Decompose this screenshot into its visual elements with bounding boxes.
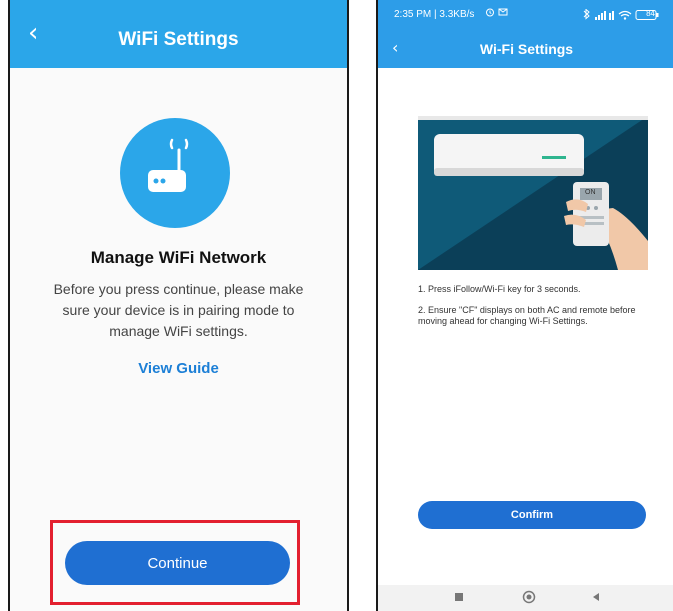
- confirm-button[interactable]: Confirm: [418, 501, 646, 529]
- instruction-step-2: 2. Ensure "CF" displays on both AC and r…: [418, 305, 636, 326]
- signal-icon: [595, 11, 614, 20]
- right-screen: 2:35 PM | 3.3KB/s 84 ‹ Wi-Fi Settings ON…: [376, 0, 673, 611]
- wifi-icon: [618, 10, 632, 20]
- router-wifi-icon: [120, 118, 230, 228]
- app-header: ‹ WiFi Settings: [10, 0, 347, 68]
- alarm-icon: [485, 7, 495, 20]
- recent-apps-icon[interactable]: [454, 591, 464, 605]
- system-nav-bar: [378, 585, 673, 611]
- battery-level: 84: [646, 9, 655, 18]
- status-bar: 2:35 PM | 3.3KB/s 84: [378, 0, 673, 30]
- view-guide-link[interactable]: View Guide: [10, 360, 347, 377]
- back-icon[interactable]: [591, 591, 601, 605]
- message-icon: [498, 7, 508, 20]
- ac-remote-illustration: ON: [418, 116, 648, 270]
- app-header: ‹ Wi-Fi Settings: [378, 30, 673, 68]
- left-screen: ‹ WiFi Settings Manage WiFi Network Befo…: [8, 0, 349, 611]
- home-icon[interactable]: [522, 590, 536, 607]
- status-time: 2:35 PM | 3.3KB/s: [394, 9, 475, 20]
- status-icons: 84: [581, 8, 661, 24]
- continue-button[interactable]: Continue: [65, 541, 290, 585]
- remote-on-label: ON: [585, 189, 596, 196]
- page-title: Wi-Fi Settings: [479, 41, 574, 57]
- bluetooth-icon: [583, 8, 590, 20]
- instruction-step-1: 1. Press iFollow/Wi-Fi key for 3 seconds…: [418, 284, 581, 294]
- section-heading: Manage WiFi Network: [90, 248, 267, 267]
- instruction-text: Before you press continue, please make s…: [53, 281, 304, 339]
- page-title: WiFi Settings: [118, 29, 239, 50]
